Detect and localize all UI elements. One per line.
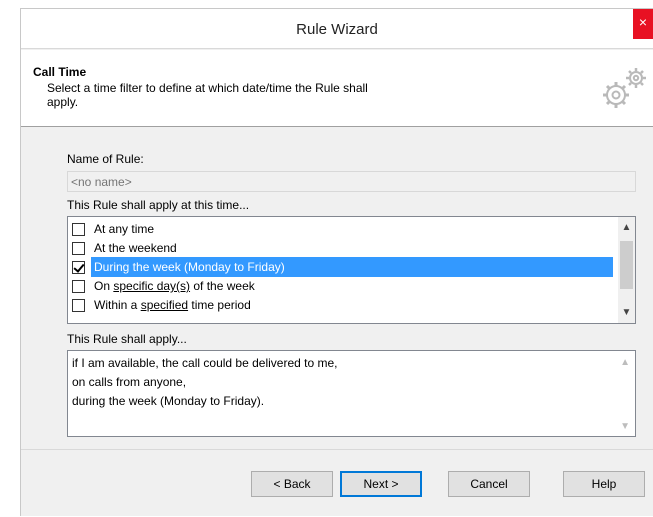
step-title: Call Time: [33, 65, 87, 79]
time-list-item-text: specific day(s): [113, 279, 191, 293]
summary-scroll-down-icon: ▼: [620, 421, 630, 432]
time-list-item-label: At the weekend: [91, 238, 613, 258]
close-button[interactable]: ×: [633, 9, 653, 39]
wizard-body: Name of Rule: This Rule shall apply at t…: [21, 128, 653, 448]
time-list-item-text: During the week (Monday to Friday): [94, 260, 285, 274]
close-icon: ×: [638, 14, 648, 30]
time-list-item-text: On: [94, 279, 114, 293]
time-list-item-text: At the weekend: [94, 241, 177, 255]
time-list-item-text: time period: [188, 298, 251, 312]
time-list-item-label: Within a specified time period: [91, 295, 613, 315]
time-filter-list[interactable]: Within a specified time period On specifi…: [67, 216, 636, 324]
time-list-item-label: On specific day(s) of the week: [91, 276, 613, 296]
summary-scroll-up-icon: ▲: [620, 357, 630, 368]
checkbox[interactable]: [72, 241, 85, 255]
rule-wizard-window: Rule Wizard × Call Time Select a time fi…: [20, 8, 653, 516]
time-list-item[interactable]: During the week (Monday to Friday): [69, 257, 613, 277]
summary-label: This Rule shall apply...: [67, 332, 187, 346]
checkbox[interactable]: [72, 279, 85, 293]
back-button[interactable]: < Back: [251, 471, 333, 497]
time-list-item-label: At any time: [91, 219, 613, 239]
help-button[interactable]: Help: [563, 471, 645, 497]
cancel-button[interactable]: Cancel: [448, 471, 530, 497]
name-of-rule-label: Name of Rule:: [67, 152, 144, 166]
summary-line: on calls from anyone,: [72, 375, 187, 389]
gears-icon: [603, 68, 646, 108]
time-list-item-text: Within a: [94, 298, 141, 312]
step-description: Select a time filter to define at which …: [47, 81, 368, 109]
time-list-label: This Rule shall apply at this time...: [67, 198, 250, 212]
checkbox-checked[interactable]: [72, 260, 85, 274]
scroll-down-icon[interactable]: ▼: [618, 304, 635, 321]
rule-summary-box: ▲ ▼ if I am available, the call could be…: [67, 350, 636, 437]
scroll-thumb[interactable]: [620, 241, 633, 289]
rule-name-input[interactable]: [67, 171, 636, 192]
wizard-header: Call Time Select a time filter to define…: [21, 50, 653, 127]
checkbox[interactable]: [72, 298, 85, 312]
time-list-item-text: At any time: [94, 222, 155, 236]
time-list-item-text: specified: [140, 298, 189, 312]
summary-line: if I am available, the call could be del…: [72, 356, 338, 370]
next-button[interactable]: Next >: [340, 471, 422, 497]
title-bar: Rule Wizard ×: [21, 9, 653, 49]
time-list-item[interactable]: At the weekend: [69, 238, 613, 258]
time-list-item[interactable]: At any time: [69, 219, 613, 239]
window-title: Rule Wizard: [296, 21, 378, 38]
time-list-item[interactable]: On specific day(s) of the week: [69, 276, 613, 296]
time-list-item-text: of the week: [190, 279, 255, 293]
checkbox[interactable]: [72, 222, 85, 236]
time-list-item-label: During the week (Monday to Friday): [91, 257, 613, 277]
time-list-scrollbar[interactable]: ▲ ▼: [618, 217, 635, 323]
scroll-up-icon[interactable]: ▲: [618, 219, 635, 236]
button-bar: < Back Next > Cancel Help: [21, 449, 653, 517]
time-list-item[interactable]: Within a specified time period: [69, 295, 613, 315]
summary-line: during the week (Monday to Friday).: [72, 394, 265, 408]
